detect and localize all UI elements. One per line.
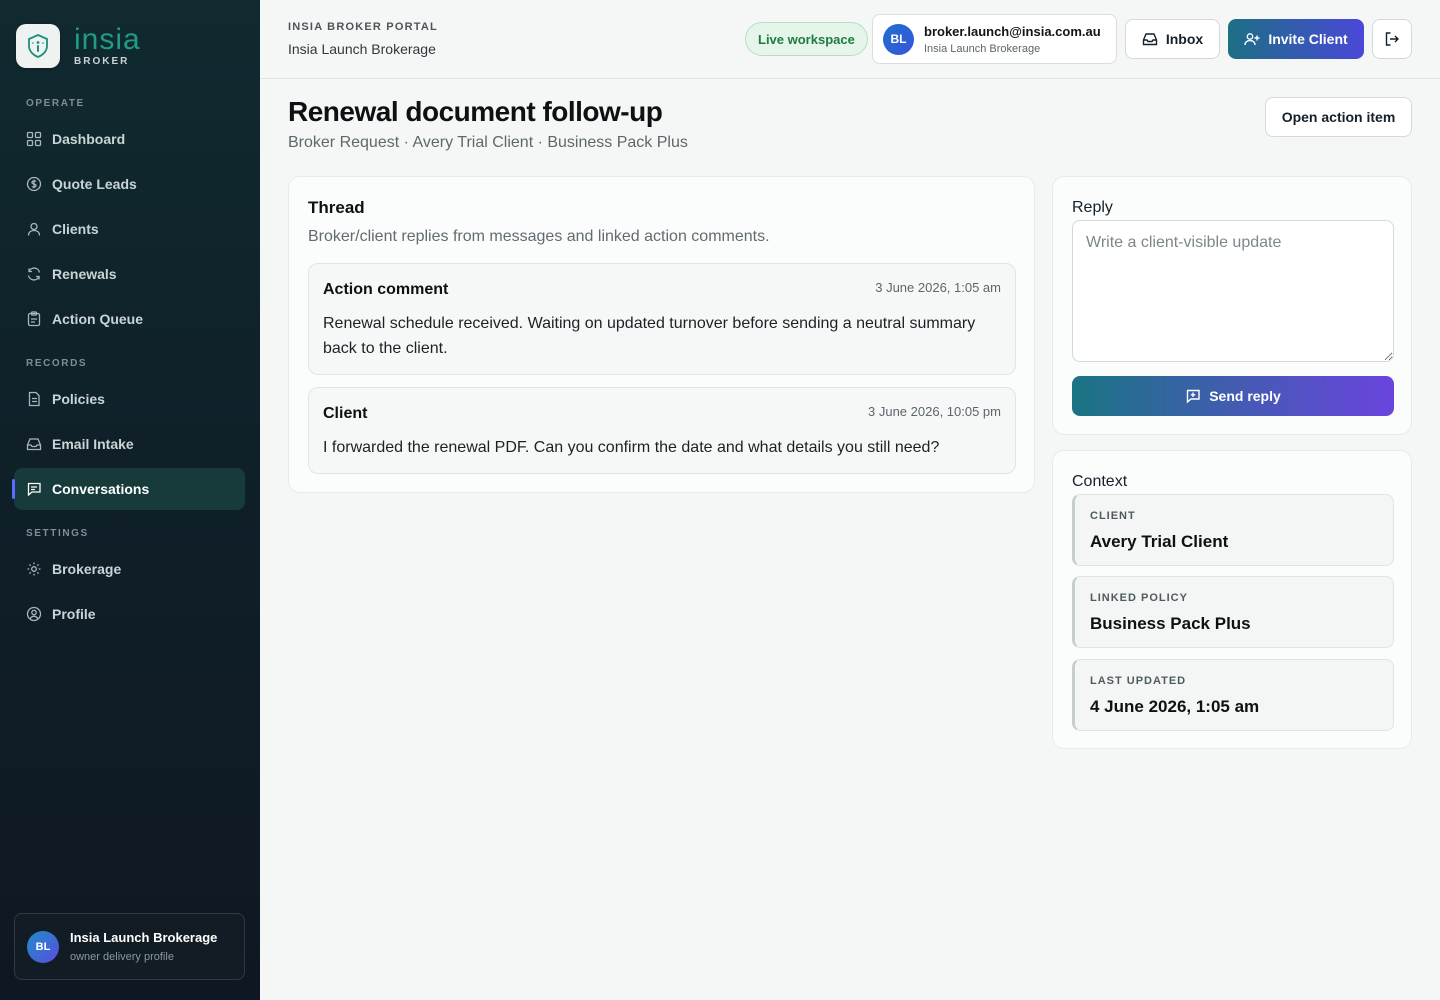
user-icon	[26, 221, 42, 237]
context-item-label: LAST UPDATED	[1090, 675, 1187, 687]
reply-card: Reply Send reply	[1052, 176, 1412, 435]
portal-name: Insia Launch Brokerage	[288, 41, 436, 57]
sidebar-item-label: Policies	[52, 391, 105, 407]
refresh-icon	[26, 266, 42, 282]
sidebar-item-dashboard[interactable]: Dashboard	[14, 118, 245, 160]
inbox-button[interactable]: Inbox	[1125, 19, 1220, 59]
clipboard-icon	[26, 311, 42, 327]
thread-message: Client 3 June 2026, 10:05 pm I forwarded…	[308, 387, 1016, 474]
gear-icon	[26, 561, 42, 577]
thread-message: Action comment 3 June 2026, 1:05 am Rene…	[308, 263, 1016, 375]
context-item-label: LINKED POLICY	[1090, 592, 1188, 604]
avatar: BL	[27, 930, 59, 963]
sidebar-item-profile[interactable]: Profile	[14, 593, 245, 635]
brand-name: insia	[74, 23, 141, 56]
sidebar-item-label: Dashboard	[52, 131, 126, 147]
account-org: Insia Launch Brokerage	[924, 42, 1041, 55]
sidebar-item-policies[interactable]: Policies	[14, 378, 245, 420]
sidebar: insia BROKER OPERATE Dashboard Quote Lea…	[0, 0, 260, 1000]
sidebar-item-label: Email Intake	[52, 436, 134, 452]
reply-textarea[interactable]	[1072, 220, 1394, 362]
sidebar-item-quote-leads[interactable]: Quote Leads	[14, 163, 245, 205]
open-action-item-button[interactable]: Open action item	[1265, 97, 1412, 137]
logout-button[interactable]	[1372, 19, 1412, 59]
message-timestamp: 3 June 2026, 10:05 pm	[868, 404, 1001, 419]
sidebar-item-conversations[interactable]: Conversations	[12, 468, 245, 510]
context-item-value: Business Pack Plus	[1090, 614, 1251, 633]
shield-logo-icon	[16, 24, 60, 68]
chat-icon	[26, 481, 42, 497]
sidebar-item-email-intake[interactable]: Email Intake	[14, 423, 245, 465]
sidebar-item-action-queue[interactable]: Action Queue	[14, 298, 245, 340]
message-plus-icon	[1185, 388, 1201, 404]
inbox-button-label: Inbox	[1165, 31, 1204, 47]
sidebar-item-label: Clients	[52, 221, 99, 237]
reply-label: Reply	[1072, 199, 1113, 216]
page-subtitle: Broker Request · Avery Trial Client · Bu…	[288, 134, 688, 151]
thread-description: Broker/client replies from messages and …	[308, 228, 770, 245]
context-item-last-updated: LAST UPDATED 4 June 2026, 1:05 am	[1072, 659, 1394, 731]
context-item-value: Avery Trial Client	[1090, 532, 1229, 551]
context-item-value: 4 June 2026, 1:05 am	[1090, 697, 1260, 716]
live-workspace-badge: Live workspace	[745, 22, 868, 56]
profile-name: Insia Launch Brokerage	[70, 930, 218, 945]
message-body: I forwarded the renewal PDF. Can you con…	[323, 439, 940, 456]
brand-subtitle: BROKER	[74, 56, 130, 67]
dashboard-icon	[26, 131, 42, 147]
invite-client-label: Invite Client	[1268, 31, 1348, 47]
context-label: Context	[1072, 473, 1128, 490]
message-author: Action comment	[323, 281, 449, 298]
sidebar-profile-card[interactable]: BL Insia Launch Brokerage owner delivery…	[14, 913, 245, 980]
page-title: Renewal document follow-up	[288, 96, 663, 127]
sidebar-item-renewals[interactable]: Renewals	[14, 253, 245, 295]
sidebar-item-label: Action Queue	[52, 311, 144, 327]
nav-section-operate: OPERATE	[26, 98, 85, 109]
sidebar-item-label: Profile	[52, 606, 96, 622]
sidebar-item-label: Renewals	[52, 266, 117, 282]
context-item-label: CLIENT	[1090, 510, 1136, 522]
message-body: Renewal schedule received. Waiting on up…	[323, 315, 976, 357]
sidebar-item-label: Brokerage	[52, 561, 122, 577]
profile-role: owner delivery profile	[70, 951, 174, 963]
sidebar-item-brokerage[interactable]: Brokerage	[14, 548, 245, 590]
sidebar-item-label: Quote Leads	[52, 176, 137, 192]
inbox-icon	[1142, 31, 1158, 47]
sidebar-item-label: Conversations	[52, 481, 150, 497]
thread-card: Thread Broker/client replies from messag…	[288, 176, 1035, 493]
user-plus-icon	[1244, 31, 1260, 47]
message-timestamp: 3 June 2026, 1:05 am	[875, 280, 1001, 295]
context-item-linked-policy: LINKED POLICY Business Pack Plus	[1072, 576, 1394, 648]
nav-section-settings: SETTINGS	[26, 528, 89, 539]
dollar-icon	[26, 176, 42, 192]
account-email: broker.launch@insia.com.au	[924, 23, 1101, 39]
sidebar-item-clients[interactable]: Clients	[14, 208, 245, 250]
avatar: BL	[883, 23, 914, 55]
context-card: Context CLIENT Avery Trial Client LINKED…	[1052, 450, 1412, 749]
send-reply-button[interactable]: Send reply	[1072, 376, 1394, 416]
context-item-client: CLIENT Avery Trial Client	[1072, 494, 1394, 566]
send-reply-label: Send reply	[1209, 388, 1281, 404]
brand-logo[interactable]: insia BROKER	[16, 24, 141, 68]
message-author: Client	[323, 405, 368, 422]
nav-section-records: RECORDS	[26, 358, 88, 369]
portal-label: INSIA BROKER PORTAL	[288, 21, 438, 33]
top-header: INSIA BROKER PORTAL Insia Launch Brokera…	[260, 0, 1440, 79]
profile-icon	[26, 606, 42, 622]
thread-title: Thread	[308, 198, 365, 217]
invite-client-button[interactable]: Invite Client	[1228, 19, 1364, 59]
account-menu[interactable]: BL broker.launch@insia.com.au Insia Laun…	[872, 14, 1117, 64]
inbox-icon	[26, 436, 42, 452]
document-icon	[26, 391, 42, 407]
logout-icon	[1384, 31, 1400, 47]
